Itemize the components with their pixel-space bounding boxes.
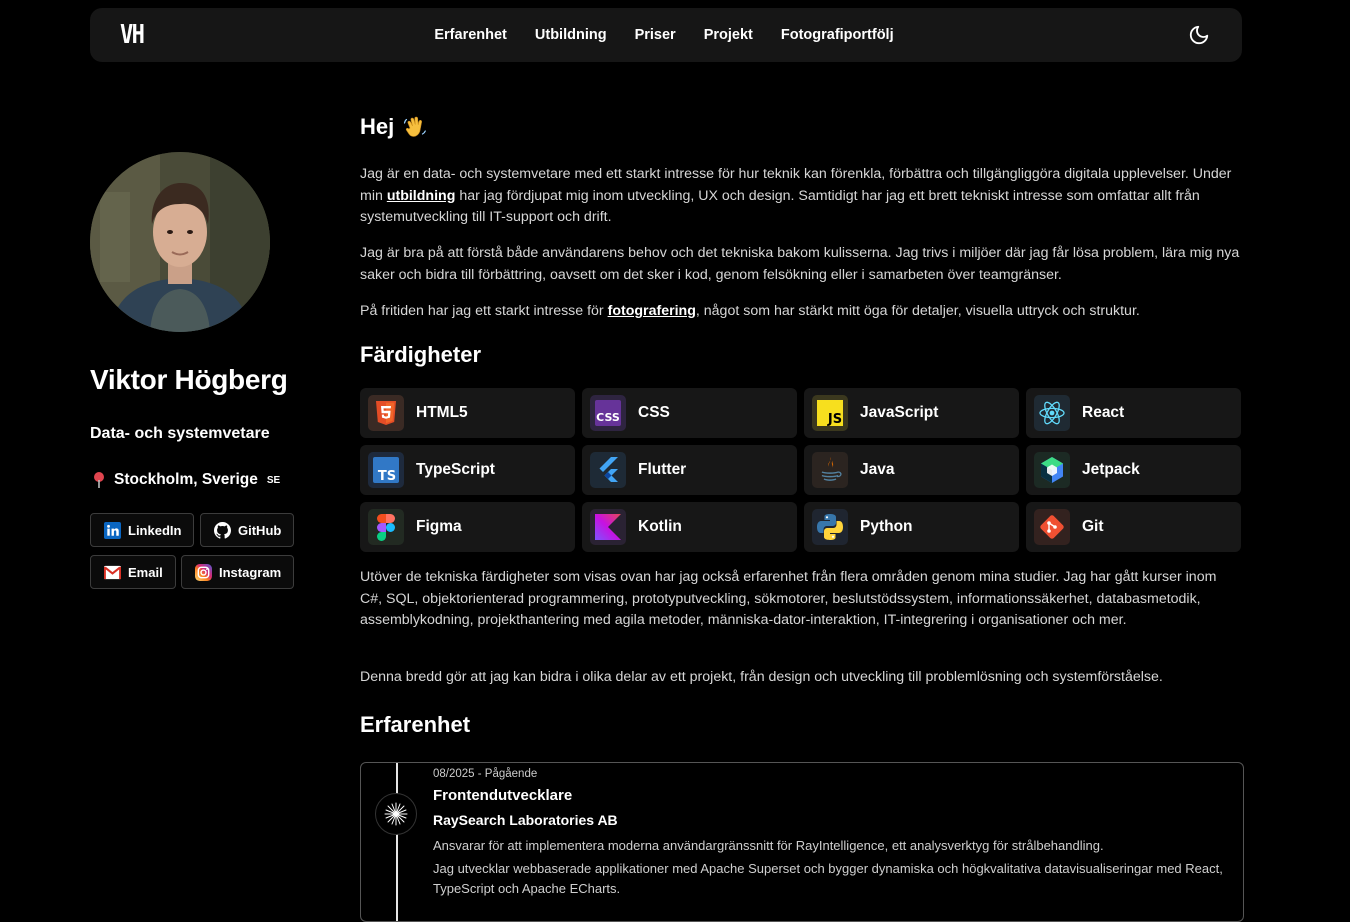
- moon-icon[interactable]: [1188, 24, 1210, 46]
- location-text: Stockholm, Sverige: [114, 471, 258, 488]
- skills-paragraph-2: Denna bredd gör att jag kan bidra i olik…: [360, 669, 1163, 685]
- kotlin-icon: [590, 509, 626, 545]
- skill-card-python: Python: [804, 502, 1019, 552]
- java-icon: [812, 452, 848, 488]
- instagram-button[interactable]: Instagram: [181, 555, 295, 589]
- jetpack-icon: [1034, 452, 1070, 488]
- skill-card-java: Java: [804, 445, 1019, 495]
- skill-card-javascript: JS JavaScript: [804, 388, 1019, 438]
- skill-card-html5: HTML5: [360, 388, 575, 438]
- git-icon: [1034, 509, 1070, 545]
- skill-card-css: CSS CSS: [582, 388, 797, 438]
- skill-label: JavaScript: [860, 404, 939, 421]
- skill-label: Python: [860, 518, 913, 535]
- skill-label: TypeScript: [416, 461, 495, 478]
- email-button[interactable]: Email: [90, 555, 176, 589]
- skill-card-flutter: Flutter: [582, 445, 797, 495]
- linkedin-button[interactable]: LinkedIn: [90, 513, 195, 547]
- intro-paragraph-2: Jag är bra på att förstå både användaren…: [360, 245, 1240, 283]
- nav-link-projekt[interactable]: Projekt: [704, 27, 753, 43]
- intro-p3-text-a: På fritiden har jag ett starkt intresse …: [360, 303, 608, 319]
- instagram-label: Instagram: [219, 564, 282, 580]
- figma-icon: [368, 509, 404, 545]
- skill-card-figma: Figma: [360, 502, 575, 552]
- skill-label: Kotlin: [638, 518, 682, 535]
- intro-paragraph-3: På fritiden har jag ett starkt intresse …: [360, 301, 1240, 323]
- experience-timeline: 08/2025 - Pågående Frontendutvecklare Ra…: [360, 762, 1244, 922]
- skill-label: CSS: [638, 404, 670, 421]
- svg-text:CSS: CSS: [596, 411, 620, 424]
- experience-company: RaySearch Laboratories AB: [433, 812, 618, 828]
- mail-icon: [104, 565, 121, 579]
- nav-link-priser[interactable]: Priser: [635, 27, 676, 43]
- skill-label: Figma: [416, 518, 462, 535]
- waving-hand-icon: [404, 116, 427, 137]
- instagram-icon: [195, 563, 212, 581]
- html5-icon: [368, 395, 404, 431]
- svg-text:JS: JS: [827, 412, 842, 427]
- skills-heading: Färdigheter: [360, 342, 482, 367]
- fotografering-link[interactable]: fotografering: [608, 303, 696, 319]
- skill-label: Git: [1082, 518, 1104, 535]
- nav-link-fotografiportfolj[interactable]: Fotografiportfölj: [781, 27, 894, 43]
- python-icon: [812, 509, 848, 545]
- experience-description-2: Jag utvecklar webbaserade applikationer …: [433, 861, 1223, 896]
- css-icon: CSS: [590, 395, 626, 431]
- top-navbar: VH Erfarenhet Utbildning Priser Projekt …: [90, 8, 1242, 62]
- react-icon: [1034, 395, 1070, 431]
- experience-heading: Erfarenhet: [360, 712, 471, 737]
- skill-card-kotlin: Kotlin: [582, 502, 797, 552]
- skill-label: Flutter: [638, 461, 687, 478]
- skill-label: HTML5: [416, 404, 468, 421]
- experience-date: 08/2025 - Pågående: [433, 768, 538, 780]
- svg-text:TS: TS: [378, 469, 396, 484]
- profile-name: Viktor Högberg: [90, 364, 288, 395]
- skill-card-react: React: [1026, 388, 1241, 438]
- country-code: SE: [266, 474, 281, 486]
- profile-photo: [90, 152, 270, 332]
- intro-p1-text-b: har jag fördjupat mig inom utveckling, U…: [360, 187, 1200, 226]
- skill-card-git: Git: [1026, 502, 1241, 552]
- skill-label: Java: [860, 461, 895, 478]
- timeline-line: [396, 763, 398, 921]
- javascript-icon: JS: [812, 395, 848, 431]
- map-pin-icon: [94, 472, 104, 488]
- profile-role: Data- och systemvetare: [90, 425, 270, 442]
- nav-link-utbildning[interactable]: Utbildning: [535, 27, 607, 43]
- skill-label: Jetpack: [1082, 461, 1140, 478]
- experience-title: Frontendutvecklare: [433, 787, 573, 804]
- github-label: GitHub: [238, 522, 282, 538]
- github-button[interactable]: GitHub: [200, 513, 295, 547]
- utbildning-link[interactable]: utbildning: [387, 188, 456, 204]
- raysearch-logo-icon: [375, 793, 417, 835]
- nav-link-erfarenhet[interactable]: Erfarenhet: [434, 27, 507, 43]
- nav-links: Erfarenhet Utbildning Priser Projekt Fot…: [90, 8, 1242, 62]
- skills-grid: HTML5 CSS CSS JS JavaScript React TS Typ…: [360, 388, 1242, 552]
- intro-p3-text-b: , något som har stärkt mitt öga för deta…: [695, 303, 1140, 319]
- linkedin-icon: [104, 521, 121, 539]
- experience-description-1: Ansvarar för att implementera moderna an…: [433, 838, 1104, 853]
- intro-paragraph-1: Jag är en data- och systemvetare med ett…: [360, 164, 1240, 229]
- intro-heading: Hej: [360, 114, 428, 140]
- intro-heading-text: Hej: [360, 114, 395, 139]
- flutter-icon: [590, 452, 626, 488]
- skill-label: React: [1082, 404, 1125, 421]
- email-label: Email: [128, 564, 163, 580]
- typescript-icon: TS: [368, 452, 404, 488]
- skill-card-jetpack: Jetpack: [1026, 445, 1241, 495]
- skills-paragraph-1: Utöver de tekniska färdigheter som visas…: [360, 569, 1217, 629]
- skill-card-typescript: TS TypeScript: [360, 445, 575, 495]
- avatar: [90, 152, 270, 332]
- github-icon: [214, 521, 231, 539]
- profile-location: Stockholm, Sverige SE: [92, 471, 280, 489]
- linkedin-label: LinkedIn: [128, 522, 182, 538]
